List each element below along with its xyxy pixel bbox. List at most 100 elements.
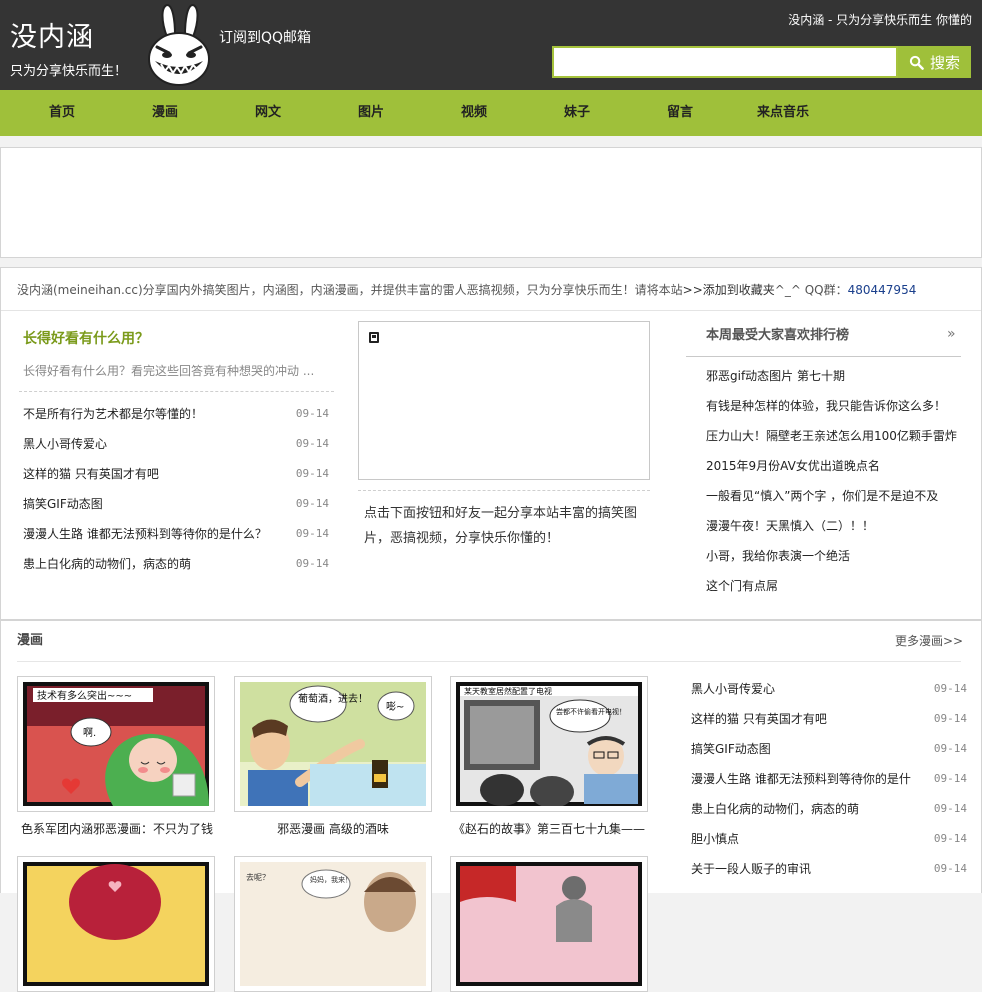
- ranking-more-link[interactable]: »: [947, 325, 956, 343]
- nav-girls[interactable]: 妹子: [532, 90, 622, 136]
- list-item-date: 09-14: [933, 742, 967, 755]
- comic-bubble-text: 去呢？: [246, 872, 270, 882]
- list-item-title[interactable]: 这样的猫 只有英国才有吧: [23, 467, 159, 481]
- list-item-date: 09-14: [933, 712, 967, 725]
- list-item: 不是所有行为艺术都是尔等懂的！ 09-14: [23, 404, 329, 424]
- featured-description: 长得好看有什么用？看完这些回答竟有种想哭的冲动 ...: [23, 364, 315, 378]
- nav-guestbook[interactable]: 留言: [635, 90, 725, 136]
- ranking-item[interactable]: 漫漫午夜！天黑慎入（二）！！: [706, 516, 961, 536]
- search-button-label: 搜索: [929, 53, 960, 72]
- site-intro: 没内涵(meineihan.cc)分享国内外搞笑图片，内涵图，内涵漫画，并提供丰…: [17, 281, 967, 299]
- bunny-mascot-icon[interactable]: [145, 3, 213, 87]
- comic-image: [23, 862, 209, 986]
- comic-thumbnail[interactable]: [17, 856, 215, 992]
- list-item-date: 09-14: [295, 467, 329, 480]
- featured-title[interactable]: 长得好看有什么用？: [23, 330, 149, 348]
- section-title: 漫画: [17, 633, 44, 648]
- ranking-item[interactable]: 一般看见“慎入”两个字 ，你们是不是迫不及: [706, 486, 961, 506]
- list-item-date: 09-14: [295, 557, 329, 570]
- list-item-date: 09-14: [933, 832, 967, 845]
- comic-bubble-text: 葡萄酒，进去！: [298, 692, 368, 705]
- nav-music[interactable]: 来点音乐: [738, 90, 828, 136]
- comic-thumbnail[interactable]: 某天教室居然配置了电视 尝都不许偷看开电视！: [450, 676, 648, 812]
- more-comics-link[interactable]: 更多漫画>>: [895, 631, 963, 651]
- ranking-item[interactable]: 这个门有点屌: [706, 576, 961, 596]
- list-item-date: 09-14: [933, 682, 967, 695]
- list-item-title[interactable]: 患上白化病的动物们，病态的萌: [691, 802, 859, 816]
- list-item: 胆小慎点 09-14: [691, 829, 967, 849]
- comic-image: 某天教室居然配置了电视 尝都不许偷看开电视！: [456, 682, 642, 806]
- list-item: 漫漫人生路 谁都无法预料到等待你的是什么？ 09-14: [23, 524, 329, 544]
- list-item: 搞笑GIF动态图 09-14: [23, 494, 329, 514]
- nav-home[interactable]: 首页: [17, 90, 107, 136]
- divider: [686, 356, 961, 357]
- list-item-title[interactable]: 黑人小哥传爱心: [23, 437, 107, 451]
- comic-image: 技术有多么突出~~~ 啊.: [23, 682, 209, 806]
- ranking-item[interactable]: 小哥，我给你表演一个绝活: [706, 546, 961, 566]
- list-item-title[interactable]: 患上白化病的动物们，病态的萌: [23, 557, 191, 571]
- main-nav: 首页 漫画 网文 图片 视频 妹子 留言 来点音乐: [0, 90, 982, 136]
- list-item-title[interactable]: 漫漫人生路 谁都无法预料到等待你的是什: [691, 772, 911, 786]
- list-item-title[interactable]: 关于一段人贩子的审讯: [691, 862, 811, 876]
- comic-thumbnail[interactable]: 葡萄酒，进去！ 嘭~: [234, 676, 432, 812]
- list-item: 这样的猫 只有英国才有吧 09-14: [691, 709, 967, 729]
- divider: [19, 391, 334, 392]
- list-item-title[interactable]: 胆小慎点: [691, 832, 739, 846]
- list-item-date: 09-14: [295, 407, 329, 420]
- search-input[interactable]: [552, 46, 898, 78]
- comic-image: 葡萄酒，进去！ 嘭~: [240, 682, 426, 806]
- list-item-date: 09-14: [295, 527, 329, 540]
- share-description: 点击下面按钮和好友一起分享本站丰富的搞笑图片，恶搞视频，分享快乐你懂的！: [364, 506, 638, 546]
- list-item-date: 09-14: [295, 497, 329, 510]
- ranking-title: 本周最受大家喜欢排行榜: [706, 328, 850, 343]
- nav-pictures[interactable]: 图片: [326, 90, 416, 136]
- divider: [358, 490, 650, 491]
- list-item: 患上白化病的动物们，病态的萌 09-14: [691, 799, 967, 819]
- ranking-item[interactable]: 压力山大！隔壁老王亲述怎么用100亿颗手雷炸: [706, 426, 961, 446]
- comic-bubble-text: 尝都不许偷看开电视！: [556, 707, 626, 716]
- list-item: 黑人小哥传爱心 09-14: [691, 679, 967, 699]
- list-item-title[interactable]: 这样的猫 只有英国才有吧: [691, 712, 827, 726]
- list-item-title[interactable]: 漫漫人生路 谁都无法预料到等待你的是什么？: [23, 527, 267, 541]
- nav-articles[interactable]: 网文: [223, 90, 313, 136]
- list-item: 关于一段人贩子的审讯 09-14: [691, 859, 967, 879]
- comic-image: 去呢？ 妈妈，我来！: [240, 862, 426, 986]
- list-item: 黑人小哥传爱心 09-14: [23, 434, 329, 454]
- comic-bubble-text: 嘭~: [386, 700, 404, 713]
- search-button[interactable]: 搜索: [898, 46, 971, 78]
- nav-videos[interactable]: 视频: [429, 90, 519, 136]
- ranking-item[interactable]: 邪恶gif动态图片 第七十期: [706, 366, 961, 386]
- comic-thumbnail[interactable]: 技术有多么突出~~~ 啊.: [17, 676, 215, 812]
- ranking-item[interactable]: 2015年9月份AV女优出道晚点名: [706, 456, 961, 476]
- logo-slogan: 只为分享快乐而生！: [10, 64, 128, 79]
- list-item-date: 09-14: [933, 862, 967, 875]
- comic-thumbnail[interactable]: 去呢？ 妈妈，我来！: [234, 856, 432, 992]
- comic-caption[interactable]: 《赵石的故事》第三百七十九集——: [443, 821, 655, 837]
- divider: [1, 310, 981, 311]
- comic-bubble-text: 啊.: [83, 727, 96, 739]
- site-header: 没内涵 只为分享快乐而生！ 订阅到QQ邮箱 没内涵 - 只为分享快乐而生 你懂的…: [0, 0, 982, 90]
- comic-caption[interactable]: 邪恶漫画 高级的酒味: [227, 821, 439, 837]
- comic-thumbnail[interactable]: [450, 856, 648, 992]
- header-slogan: 没内涵 - 只为分享快乐而生 你懂的: [788, 13, 972, 27]
- ranking-item[interactable]: 有钱是种怎样的体验，我只能告诉你这么多！: [706, 396, 961, 416]
- comic-caption[interactable]: 色系军团内涵邪恶漫画：不只为了钱: [11, 821, 223, 837]
- logo-text[interactable]: 没内涵: [10, 22, 94, 54]
- nav-comics[interactable]: 漫画: [120, 90, 210, 136]
- comic-bubble-text: 技术有多么突出~~~: [37, 689, 132, 702]
- list-item-title[interactable]: 黑人小哥传爱心: [691, 682, 775, 696]
- list-item-title[interactable]: 搞笑GIF动态图: [23, 497, 103, 511]
- bookmark-link[interactable]: >>添加到收藏夹: [683, 283, 775, 297]
- plugin-placeholder-icon: [369, 332, 379, 343]
- divider: [17, 661, 961, 662]
- list-item: 漫漫人生路 谁都无法预料到等待你的是什 09-14: [691, 769, 967, 789]
- comic-bubble-text: 某天教室居然配置了电视: [464, 686, 552, 696]
- search-icon: [909, 55, 924, 70]
- subscribe-qq-mail-link[interactable]: 订阅到QQ邮箱: [219, 29, 311, 47]
- list-item: 这样的猫 只有英国才有吧 09-14: [23, 464, 329, 484]
- list-item-title[interactable]: 不是所有行为艺术都是尔等懂的！: [23, 407, 203, 421]
- list-item-title[interactable]: 搞笑GIF动态图: [691, 742, 771, 756]
- list-item-date: 09-14: [933, 802, 967, 815]
- embedded-media-frame[interactable]: [358, 321, 650, 480]
- qq-group-number[interactable]: 480447954: [848, 283, 917, 297]
